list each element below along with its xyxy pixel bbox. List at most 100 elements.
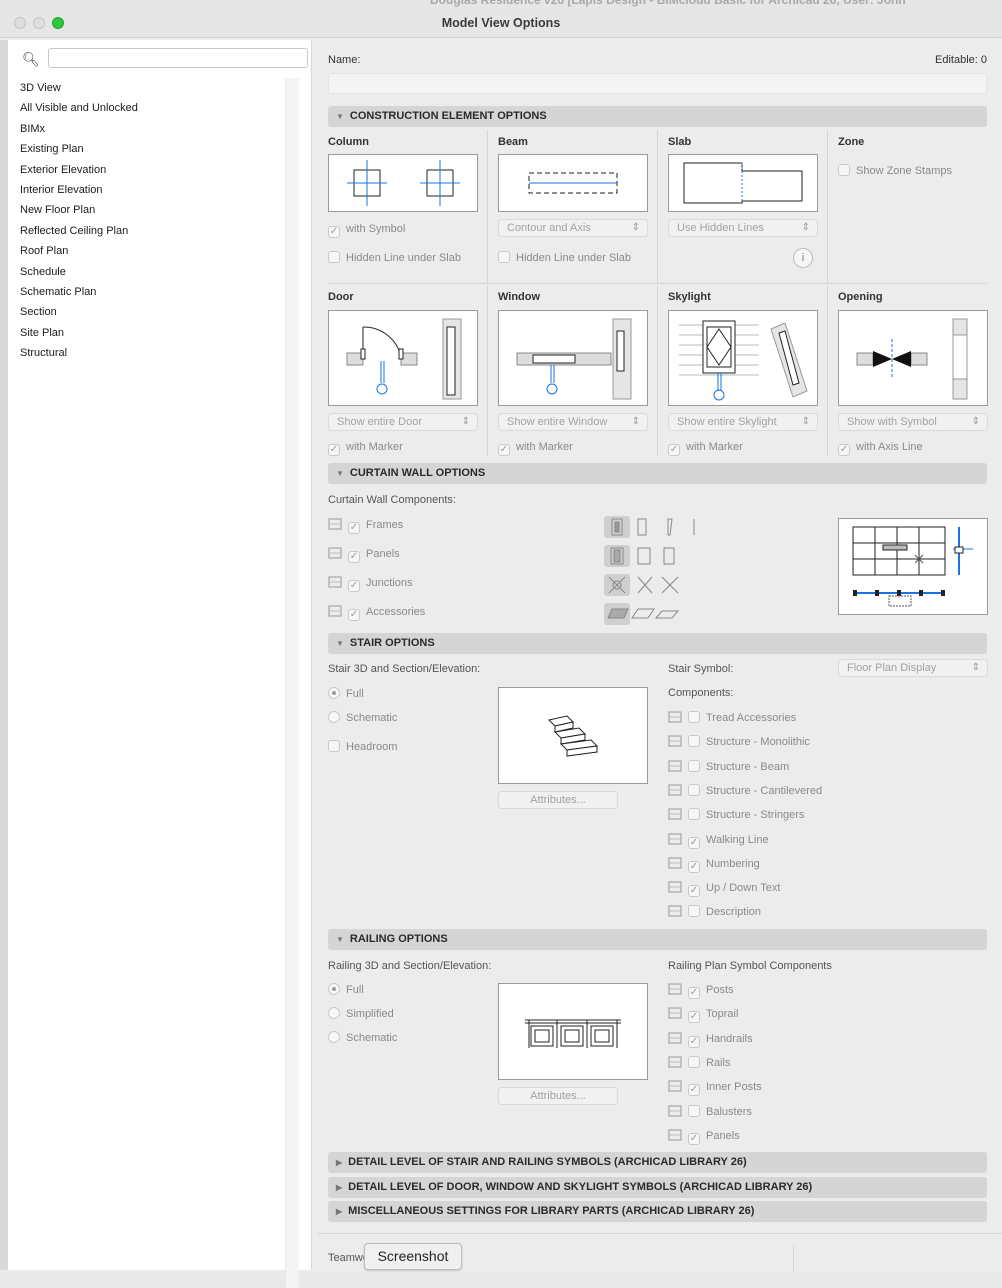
railing-mode-radio[interactable]: Full (328, 983, 364, 997)
component-checkbox[interactable]: Description (668, 905, 761, 919)
view-list-item[interactable]: Site Plan (20, 323, 290, 343)
railing-mode-radio[interactable]: Simplified (328, 1007, 394, 1021)
door-marker-checkbox[interactable]: ✓ with Marker (328, 440, 403, 456)
slab-symbol-icon (683, 162, 803, 204)
window-title: Model View Options (441, 16, 561, 30)
window-symbol-icon (516, 318, 632, 400)
view-list-item[interactable]: All Visible and Unlocked (20, 98, 290, 118)
railing-attributes-button[interactable]: Attributes... (498, 1087, 618, 1105)
checkmark-icon: ✓ (328, 226, 340, 238)
view-list-item[interactable]: Section (20, 302, 290, 322)
view-list-item[interactable]: Schedule (20, 262, 290, 282)
railing-options-header[interactable]: ▼ RAILING OPTIONS (328, 929, 987, 950)
railing-component-icon (668, 1080, 682, 1092)
slab-display-select[interactable]: Use Hidden Lines ⇕ (668, 219, 818, 237)
radio-icon (328, 983, 340, 995)
railing-3d-label: Railing 3D and Section/Elevation: (328, 960, 492, 972)
component-checkbox[interactable]: Tread Accessories (668, 711, 796, 725)
view-list-item[interactable]: Interior Elevation (20, 180, 290, 200)
teamwork-label: Teamwo (328, 1252, 368, 1264)
component-checkbox[interactable]: Structure - Stringers (668, 808, 804, 822)
radio-label: Schematic (346, 1032, 398, 1044)
component-checkbox[interactable]: ✓ Junctions (328, 576, 412, 592)
opening-axis-checkbox[interactable]: ✓ with Axis Line (838, 440, 923, 456)
component-checkbox[interactable]: ✓ Walking Line (668, 833, 769, 849)
component-checkbox[interactable]: ✓ Panels (328, 547, 400, 563)
checkbox-icon (328, 251, 340, 263)
name-field[interactable] (328, 73, 987, 94)
door-display-select[interactable]: Show entire Door ⇕ (328, 413, 478, 431)
beam-title: Beam (498, 136, 528, 148)
window-display-select[interactable]: Show entire Window ⇕ (498, 413, 648, 431)
curtain-components-label: Curtain Wall Components: (328, 494, 456, 506)
component-checkbox[interactable]: Structure - Beam (668, 759, 789, 774)
with-symbol-checkbox[interactable]: ✓ with Symbol (328, 222, 405, 238)
search-input[interactable] (48, 48, 308, 68)
stair-mode-radio[interactable]: Full (328, 687, 364, 701)
checkbox-label: Up / Down Text (706, 882, 781, 895)
component-checkbox[interactable]: Structure - Cantilevered (668, 783, 822, 798)
view-list-item[interactable]: Existing Plan (20, 139, 290, 159)
collapsed-section-header[interactable]: ▶ DETAIL LEVEL OF STAIR AND RAILING SYMBO… (328, 1152, 987, 1173)
stair-symbol-label: Stair Symbol: (668, 663, 734, 675)
stair-mode-radio[interactable]: Schematic (328, 711, 397, 725)
checkbox-label: Hidden Line under Slab (516, 252, 631, 264)
view-list-item[interactable]: 3D View (20, 78, 290, 98)
stair-component-icon (668, 833, 682, 845)
component-checkbox[interactable]: Balusters (668, 1104, 752, 1119)
checkbox-label: Show Zone Stamps (856, 165, 952, 177)
component-checkbox[interactable]: Rails (668, 1055, 730, 1070)
skylight-marker-checkbox[interactable]: ✓ with Marker (668, 440, 743, 456)
updown-chevron-icon: ⇕ (971, 416, 980, 427)
component-checkbox[interactable]: ✓ Toprail (668, 1007, 738, 1024)
headroom-checkbox[interactable]: Headroom (328, 740, 397, 754)
checkbox-label: Structure - Monolithic (706, 736, 810, 749)
skylight-display-select[interactable]: Show entire Skylight ⇕ (668, 413, 818, 431)
stair-component-icon (668, 881, 682, 893)
info-button[interactable]: i (793, 248, 813, 268)
component-checkbox[interactable]: ✓ Handrails (668, 1032, 752, 1048)
stair-options-header[interactable]: ▼ STAIR OPTIONS (328, 633, 987, 654)
collapsed-section-header[interactable]: ▶ MISCELLANEOUS SETTINGS FOR LIBRARY PART… (328, 1201, 987, 1222)
view-list-item[interactable]: Reflected Ceiling Plan (20, 221, 290, 241)
view-list-item[interactable]: BIMx (20, 119, 290, 139)
beam-hidden-line-checkbox[interactable]: Hidden Line under Slab (498, 251, 631, 265)
show-zone-stamps-checkbox[interactable]: Show Zone Stamps (838, 164, 952, 178)
view-list-item[interactable]: New Floor Plan (20, 200, 290, 220)
stair-attributes-button[interactable]: Attributes... (498, 791, 618, 809)
component-checkbox[interactable]: ✓ Numbering (668, 857, 760, 873)
opening-display-select[interactable]: Show with Symbol ⇕ (838, 413, 988, 431)
view-list-item[interactable]: Roof Plan (20, 241, 290, 261)
component-checkbox[interactable]: ✓ Accessories (328, 605, 425, 621)
component-checkbox[interactable]: ✓ Up / Down Text (668, 881, 781, 898)
title-bar: Douglas Residence v26 [Lapis Design - BI… (0, 0, 1002, 38)
window-title-label: Window (498, 291, 541, 303)
window-marker-checkbox[interactable]: ✓ with Marker (498, 440, 573, 456)
opening-preview (838, 310, 988, 406)
component-checkbox[interactable]: ✓ Panels (668, 1129, 740, 1145)
curtain-wall-options-header[interactable]: ▼ CURTAIN WALL OPTIONS (328, 463, 987, 484)
view-list-item[interactable]: Structural (20, 343, 290, 363)
checkbox-label: Posts (706, 984, 734, 996)
updown-chevron-icon: ⇕ (801, 222, 810, 233)
component-checkbox[interactable]: ✓ Inner Posts (668, 1080, 762, 1097)
stair-component-icon (668, 711, 682, 723)
zone-title: Zone (838, 136, 865, 148)
sidebar-scrollbar[interactable] (285, 78, 299, 1288)
beam-display-select[interactable]: Contour and Axis ⇕ (498, 219, 648, 237)
checkbox-icon (838, 164, 850, 176)
column-hidden-line-checkbox[interactable]: Hidden Line under Slab (328, 251, 461, 265)
section-title: DETAIL LEVEL OF DOOR, WINDOW AND SKYLIGH… (348, 1180, 813, 1193)
component-checkbox[interactable]: ✓ Frames (328, 518, 403, 534)
updown-chevron-icon: ⇕ (971, 662, 980, 673)
divider (657, 286, 658, 456)
railing-mode-radio[interactable]: Schematic (328, 1031, 397, 1045)
stair-symbol-select[interactable]: Floor Plan Display ⇕ (838, 659, 988, 677)
component-checkbox[interactable]: ✓ Posts (668, 983, 734, 999)
construction-options-header[interactable]: ▼ CONSTRUCTION ELEMENT OPTIONS (328, 106, 987, 127)
component-checkbox[interactable]: Structure - Monolithic (668, 735, 810, 749)
collapsed-section-header[interactable]: ▶ DETAIL LEVEL OF DOOR, WINDOW AND SKYLIG… (328, 1176, 987, 1198)
disclosure-closed-icon: ▶ (336, 1182, 343, 1192)
view-list-item[interactable]: Exterior Elevation (20, 160, 290, 180)
view-list-item[interactable]: Schematic Plan (20, 282, 290, 302)
